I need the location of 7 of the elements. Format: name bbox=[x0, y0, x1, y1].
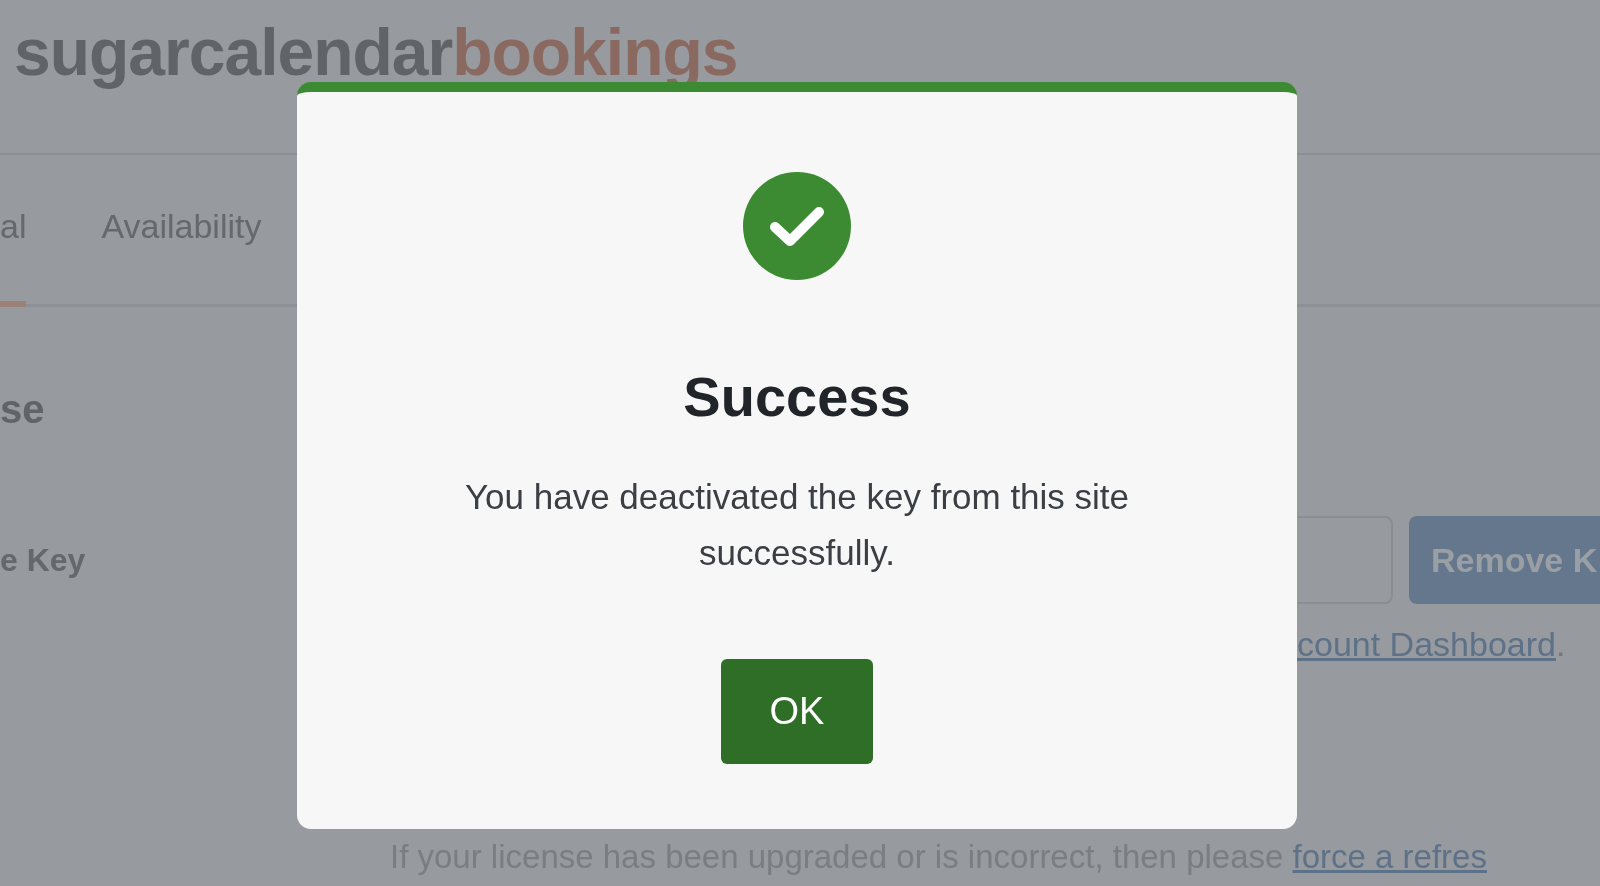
dialog-title: Success bbox=[683, 364, 911, 429]
dashboard-link[interactable]: count Dashboard bbox=[1297, 625, 1556, 664]
dialog-message: You have deactivated the key from this site successfully. bbox=[463, 476, 1131, 574]
ok-button[interactable]: OK bbox=[721, 659, 873, 764]
text: . bbox=[1555, 625, 1566, 664]
success-check-icon bbox=[743, 172, 851, 280]
refresh-link[interactable]: force a refres bbox=[1292, 838, 1487, 875]
